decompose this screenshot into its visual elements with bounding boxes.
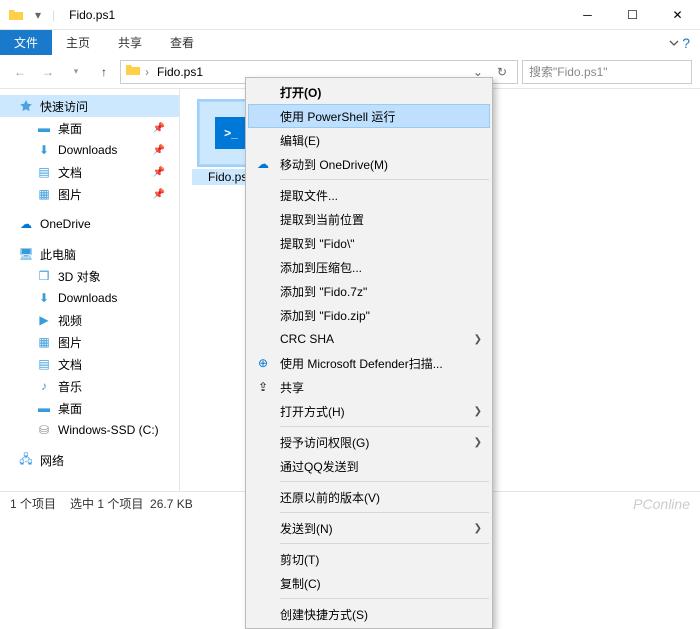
ctx-edit[interactable]: 编辑(E) bbox=[248, 128, 490, 152]
desktop-icon: ▬ bbox=[36, 120, 52, 136]
status-selected: 选中 1 个项目 26.7 KB bbox=[70, 495, 193, 512]
chevron-right-icon: ❯ bbox=[474, 437, 482, 448]
tab-home[interactable]: 主页 bbox=[52, 30, 104, 55]
maximize-button[interactable]: ☐ bbox=[610, 0, 655, 30]
ctx-share[interactable]: ⇪共享 bbox=[248, 375, 490, 399]
recent-dropdown-icon[interactable]: ▾ bbox=[64, 60, 88, 84]
sidebar-pc-pictures[interactable]: ▦图片 bbox=[0, 331, 179, 353]
refresh-icon[interactable]: ↻ bbox=[491, 65, 513, 79]
drive-icon: ⛁ bbox=[36, 422, 52, 438]
document-icon: ▤ bbox=[36, 356, 52, 372]
sidebar-documents[interactable]: ▤文档📌 bbox=[0, 161, 179, 183]
ctx-crc-sha[interactable]: CRC SHA❯ bbox=[248, 327, 490, 351]
folder-icon bbox=[125, 62, 141, 81]
tab-file[interactable]: 文件 bbox=[0, 30, 52, 55]
sidebar-quick-access[interactable]: 快速访问 bbox=[0, 95, 179, 117]
sidebar-3d-objects[interactable]: ❒3D 对象 bbox=[0, 265, 179, 287]
share-icon: ⇪ bbox=[254, 378, 272, 396]
ctx-cut[interactable]: 剪切(T) bbox=[248, 547, 490, 571]
sidebar-music[interactable]: ♪音乐 bbox=[0, 375, 179, 397]
status-count: 1 个项目 bbox=[10, 495, 56, 512]
separator bbox=[280, 598, 489, 599]
cloud-icon: ☁ bbox=[18, 216, 34, 232]
chevron-right-icon: ❯ bbox=[474, 406, 482, 417]
ctx-extract-to[interactable]: 提取到 "Fido\" bbox=[248, 231, 490, 255]
ctx-open-with[interactable]: 打开方式(H)❯ bbox=[248, 399, 490, 423]
pin-icon: 📌 bbox=[153, 167, 165, 178]
ctx-create-shortcut[interactable]: 创建快捷方式(S) bbox=[248, 602, 490, 626]
sidebar-this-pc[interactable]: 🖥此电脑 bbox=[0, 243, 179, 265]
video-icon: ▶ bbox=[36, 312, 52, 328]
cloud-icon: ☁ bbox=[254, 155, 272, 173]
titlebar: ▾ | Fido.ps1 ─ ☐ ✕ bbox=[0, 0, 700, 30]
sidebar-onedrive[interactable]: ☁OneDrive bbox=[0, 213, 179, 235]
ctx-open[interactable]: 打开(O) bbox=[248, 80, 490, 104]
back-button[interactable]: ← bbox=[8, 60, 32, 84]
sidebar-drive-c[interactable]: ⛁Windows-SSD (C:) bbox=[0, 419, 179, 441]
sidebar-pc-desktop[interactable]: ▬桌面 bbox=[0, 397, 179, 419]
document-icon: ▤ bbox=[36, 164, 52, 180]
forward-button[interactable]: → bbox=[36, 60, 60, 84]
sidebar-pictures[interactable]: ▦图片📌 bbox=[0, 183, 179, 205]
search-placeholder: 搜索"Fido.ps1" bbox=[529, 63, 608, 80]
desktop-icon: ▬ bbox=[36, 400, 52, 416]
ctx-grant-access[interactable]: 授予访问权限(G)❯ bbox=[248, 430, 490, 454]
pin-icon: 📌 bbox=[153, 123, 165, 134]
search-input[interactable]: 搜索"Fido.ps1" bbox=[522, 60, 692, 84]
ctx-restore[interactable]: 还原以前的版本(V) bbox=[248, 485, 490, 509]
breadcrumb[interactable]: Fido.ps1 bbox=[153, 65, 207, 79]
sidebar-videos[interactable]: ▶视频 bbox=[0, 309, 179, 331]
sidebar-desktop[interactable]: ▬桌面📌 bbox=[0, 117, 179, 139]
separator bbox=[280, 426, 489, 427]
separator bbox=[280, 179, 489, 180]
separator bbox=[280, 481, 489, 482]
pin-icon: 📌 bbox=[153, 145, 165, 156]
pictures-icon: ▦ bbox=[36, 186, 52, 202]
minimize-button[interactable]: ─ bbox=[565, 0, 610, 30]
ctx-send-to[interactable]: 发送到(N)❯ bbox=[248, 516, 490, 540]
close-button[interactable]: ✕ bbox=[655, 0, 700, 30]
sidebar-downloads[interactable]: ⬇Downloads📌 bbox=[0, 139, 179, 161]
star-icon bbox=[18, 98, 34, 114]
ctx-extract-files[interactable]: 提取文件... bbox=[248, 183, 490, 207]
download-icon: ⬇ bbox=[36, 290, 52, 306]
ribbon-expand-icon[interactable]: ? bbox=[659, 30, 700, 55]
pin-icon: 📌 bbox=[153, 189, 165, 200]
dropdown-icon[interactable]: ▾ bbox=[30, 7, 46, 23]
ctx-run-powershell[interactable]: 使用 PowerShell 运行 bbox=[248, 104, 490, 128]
3d-icon: ❒ bbox=[36, 268, 52, 284]
ctx-defender-scan[interactable]: ⊕使用 Microsoft Defender扫描... bbox=[248, 351, 490, 375]
ctx-copy[interactable]: 复制(C) bbox=[248, 571, 490, 595]
music-icon: ♪ bbox=[36, 378, 52, 394]
separator bbox=[280, 512, 489, 513]
tab-share[interactable]: 共享 bbox=[104, 30, 156, 55]
sidebar-network[interactable]: 🖧网络 bbox=[0, 449, 179, 471]
folder-icon bbox=[8, 7, 24, 23]
watermark: PConline bbox=[633, 496, 690, 512]
ctx-qq-send[interactable]: 通过QQ发送到 bbox=[248, 454, 490, 478]
download-icon: ⬇ bbox=[36, 142, 52, 158]
pc-icon: 🖥 bbox=[18, 246, 34, 262]
ctx-add-zip[interactable]: 添加到 "Fido.zip" bbox=[248, 303, 490, 327]
sidebar-pc-documents[interactable]: ▤文档 bbox=[0, 353, 179, 375]
separator bbox=[280, 543, 489, 544]
network-icon: 🖧 bbox=[18, 452, 34, 468]
chevron-right-icon[interactable]: › bbox=[145, 65, 149, 79]
ctx-extract-here[interactable]: 提取到当前位置 bbox=[248, 207, 490, 231]
pictures-icon: ▦ bbox=[36, 334, 52, 350]
tab-view[interactable]: 查看 bbox=[156, 30, 208, 55]
ribbon-tabs: 文件 主页 共享 查看 ? bbox=[0, 30, 700, 55]
ctx-add-archive[interactable]: 添加到压缩包... bbox=[248, 255, 490, 279]
shield-icon: ⊕ bbox=[254, 354, 272, 372]
context-menu: 打开(O) 使用 PowerShell 运行 编辑(E) ☁移动到 OneDri… bbox=[245, 77, 493, 629]
chevron-right-icon: ❯ bbox=[474, 523, 482, 534]
up-button[interactable]: ↑ bbox=[92, 60, 116, 84]
sidebar: 快速访问 ▬桌面📌 ⬇Downloads📌 ▤文档📌 ▦图片📌 ☁OneDriv… bbox=[0, 89, 180, 491]
powershell-icon: >_ bbox=[215, 117, 247, 149]
chevron-right-icon: ❯ bbox=[474, 334, 482, 345]
ctx-move-onedrive[interactable]: ☁移动到 OneDrive(M) bbox=[248, 152, 490, 176]
window-title: Fido.ps1 bbox=[69, 8, 115, 22]
ctx-add-7z[interactable]: 添加到 "Fido.7z" bbox=[248, 279, 490, 303]
sidebar-pc-downloads[interactable]: ⬇Downloads bbox=[0, 287, 179, 309]
